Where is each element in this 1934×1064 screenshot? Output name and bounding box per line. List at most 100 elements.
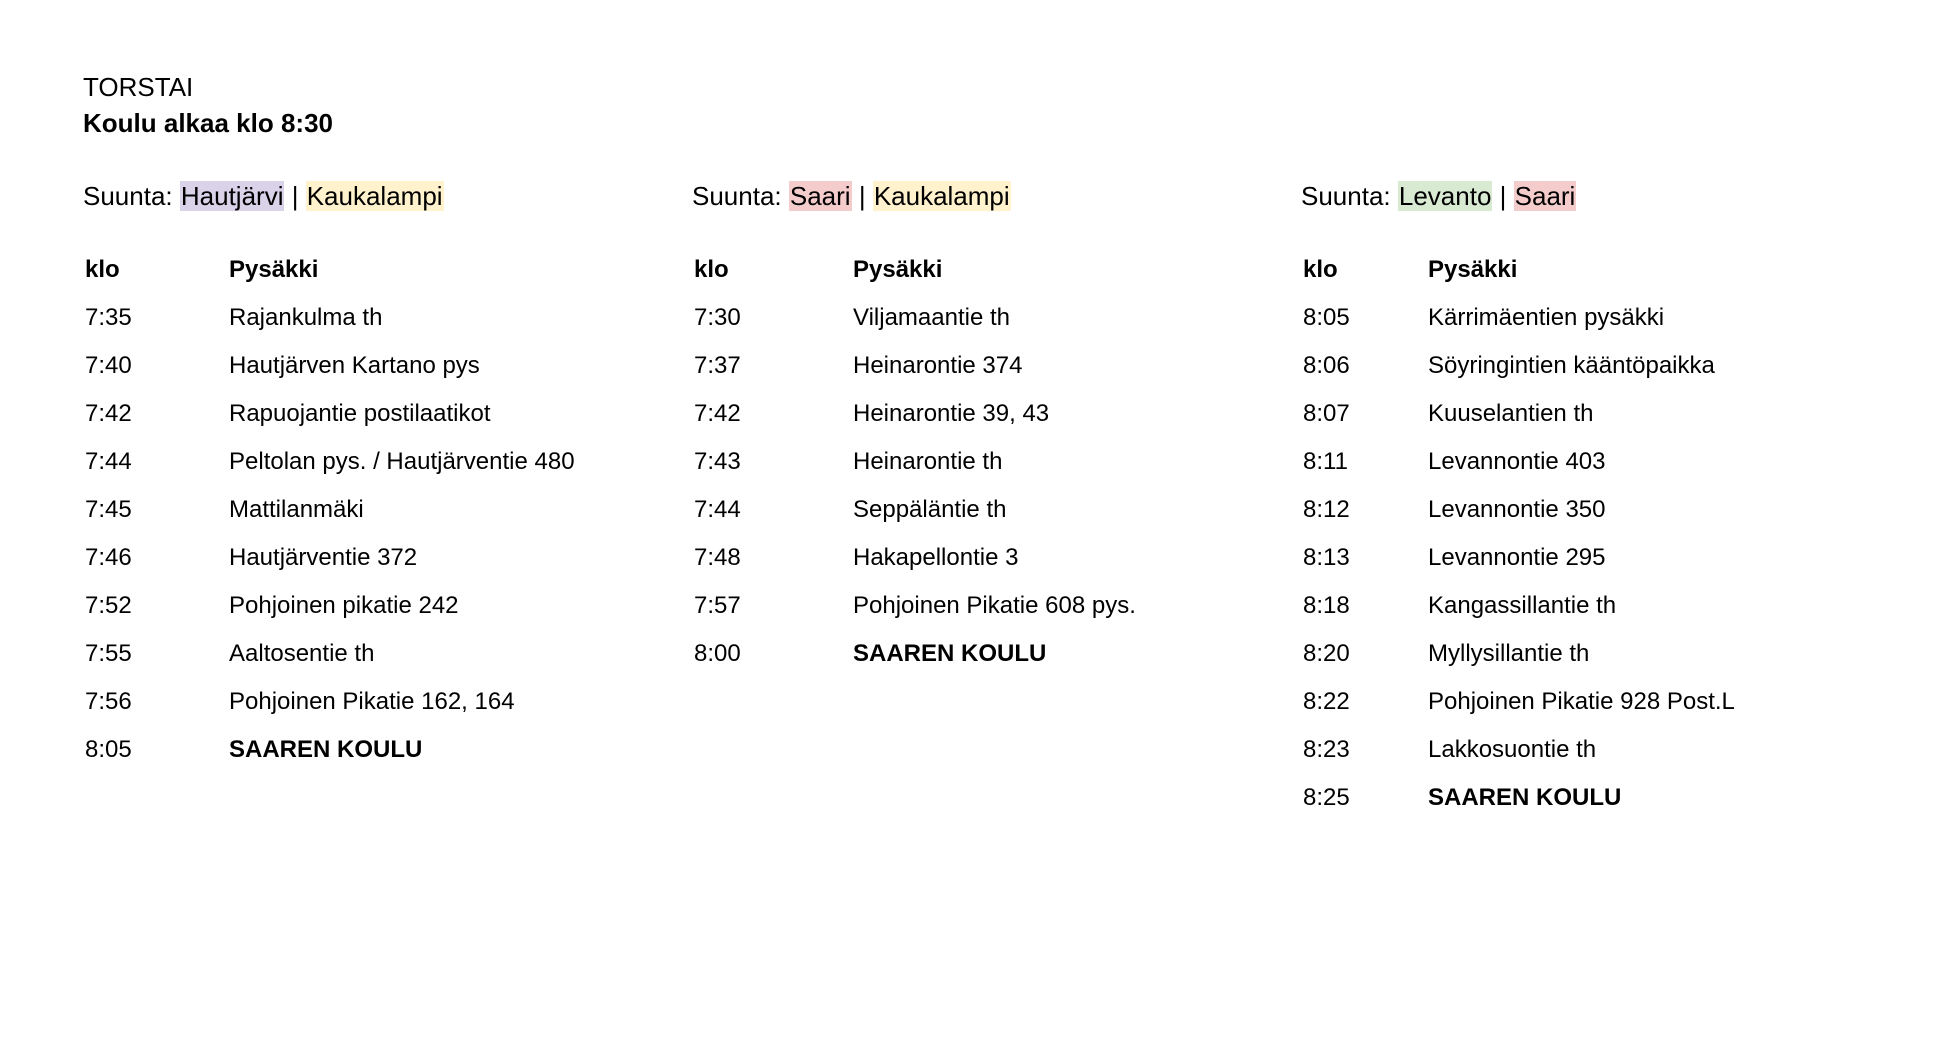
- direction-prefix: Suunta:: [1301, 181, 1391, 211]
- timetable-header-row: klo Pysäkki: [1301, 246, 1735, 294]
- stop-name: Aaltosentie th: [229, 640, 375, 667]
- direction-separator: |: [291, 181, 299, 211]
- stop-name: SAAREN KOULU: [229, 736, 423, 763]
- stop-row: 7:44 Peltolan pys. / Hautjärventie 480: [83, 438, 575, 486]
- stop-name: SAAREN KOULU: [1428, 784, 1622, 811]
- departure-time: 7:43: [694, 448, 741, 475]
- stop-name: Söyringintien kääntöpaikka: [1428, 352, 1715, 379]
- direction-highlight: Saari: [1513, 181, 1577, 211]
- stop-name: Peltolan pys. / Hautjärventie 480: [229, 448, 575, 475]
- stop-name: Mattilanmäki: [229, 496, 364, 523]
- departure-time: 7:57: [694, 592, 741, 619]
- destination-row: 8:25 SAAREN KOULU: [1301, 774, 1735, 822]
- destination-row: 8:05 SAAREN KOULU: [83, 726, 575, 774]
- stop-name: Heinarontie 374: [853, 352, 1023, 379]
- stop-column-header: Pysäkki: [229, 256, 319, 283]
- departure-time: 8:00: [694, 640, 741, 667]
- route-column-levanto: Suunta: Levanto | Saari klo Pysäkki 8:05…: [1301, 178, 1735, 822]
- stop-row: 7:57 Pohjoinen Pikatie 608 pys.: [692, 582, 1136, 630]
- stop-name: Rajankulma th: [229, 304, 383, 331]
- stop-row: 7:46 Hautjärventie 372: [83, 534, 575, 582]
- stop-name: Seppäläntie th: [853, 496, 1007, 523]
- stop-row: 7:52 Pohjoinen pikatie 242: [83, 582, 575, 630]
- departure-time: 8:11: [1303, 448, 1348, 475]
- departure-time: 7:35: [85, 304, 132, 331]
- time-column-header: klo: [1303, 256, 1338, 283]
- stop-name: Kärrimäentien pysäkki: [1428, 304, 1665, 331]
- departure-time: 7:48: [694, 544, 741, 571]
- departure-time: 7:42: [694, 400, 741, 427]
- stop-row: 7:55 Aaltosentie th: [83, 630, 575, 678]
- direction-line: Suunta: Hautjärvi | Kaukalampi: [83, 178, 575, 214]
- stop-name: Hautjärventie 372: [229, 544, 418, 571]
- departure-time: 7:37: [694, 352, 741, 379]
- departure-time: 7:42: [85, 400, 132, 427]
- departure-time: 8:20: [1303, 640, 1350, 667]
- stop-row: 7:42 Heinarontie 39, 43: [692, 390, 1136, 438]
- stop-name: Kuuselantien th: [1428, 400, 1594, 427]
- stop-name: Hautjärven Kartano pys: [229, 352, 480, 379]
- stop-row: 8:18 Kangassillantie th: [1301, 582, 1735, 630]
- stop-column-header: Pysäkki: [853, 256, 943, 283]
- departure-time: 7:52: [85, 592, 132, 619]
- direction-prefix: Suunta:: [692, 181, 782, 211]
- stop-row: 7:40 Hautjärven Kartano pys: [83, 342, 575, 390]
- stop-row: 7:56 Pohjoinen Pikatie 162, 164: [83, 678, 575, 726]
- direction-line: Suunta: Saari | Kaukalampi: [692, 178, 1136, 214]
- stop-name: Kangassillantie th: [1428, 592, 1617, 619]
- stop-name: Viljamaantie th: [853, 304, 1010, 331]
- time-column-header: klo: [694, 256, 729, 283]
- departure-time: 8:05: [1303, 304, 1350, 331]
- departure-time: 7:55: [85, 640, 132, 667]
- direction-separator: |: [858, 181, 866, 211]
- departure-time: 8:06: [1303, 352, 1350, 379]
- stop-name: Pohjoinen pikatie 242: [229, 592, 459, 619]
- stop-name: Myllysillantie th: [1428, 640, 1590, 667]
- stop-row: 7:44 Seppäläntie th: [692, 486, 1136, 534]
- departure-time: 8:05: [85, 736, 132, 763]
- stop-name: Pohjoinen Pikatie 608 pys.: [853, 592, 1136, 619]
- destination-row: 8:00 SAAREN KOULU: [692, 630, 1136, 678]
- stop-name: Levannontie 295: [1428, 544, 1606, 571]
- stop-row: 7:43 Heinarontie th: [692, 438, 1136, 486]
- timetable: klo Pysäkki 8:05 Kärrimäentien pysäkki 8:0…: [1301, 246, 1735, 822]
- direction-highlight: Kaukalampi: [305, 181, 444, 211]
- direction-highlight: Saari: [788, 181, 852, 211]
- school-start-heading: Koulu alkaa klo 8:30: [83, 108, 333, 138]
- timetable-header-row: klo Pysäkki: [692, 246, 1136, 294]
- timetable: klo Pysäkki 7:30 Viljamaantie th 7:37 Heina…: [692, 246, 1136, 678]
- stop-row: 7:45 Mattilanmäki: [83, 486, 575, 534]
- stop-row: 8:20 Myllysillantie th: [1301, 630, 1735, 678]
- stop-row: 8:07 Kuuselantien th: [1301, 390, 1735, 438]
- stop-row: 8:12 Levannontie 350: [1301, 486, 1735, 534]
- stop-row: 8:11 Levannontie 403: [1301, 438, 1735, 486]
- stop-name: Heinarontie 39, 43: [853, 400, 1050, 427]
- departure-time: 7:56: [85, 688, 132, 715]
- stop-name: Pohjoinen Pikatie 162, 164: [229, 688, 515, 715]
- stop-row: 8:22 Pohjoinen Pikatie 928 Post.L: [1301, 678, 1735, 726]
- departure-time: 8:18: [1303, 592, 1350, 619]
- timetable-header-row: klo Pysäkki: [83, 246, 575, 294]
- departure-time: 8:12: [1303, 496, 1350, 523]
- stop-name: Pohjoinen Pikatie 928 Post.L: [1428, 688, 1735, 715]
- departure-time: 7:45: [85, 496, 132, 523]
- direction-prefix: Suunta:: [83, 181, 173, 211]
- stop-row: 8:13 Levannontie 295: [1301, 534, 1735, 582]
- time-column-header: klo: [85, 256, 120, 283]
- departure-time: 8:22: [1303, 688, 1350, 715]
- departure-time: 7:30: [694, 304, 741, 331]
- stop-column-header: Pysäkki: [1428, 256, 1518, 283]
- direction-highlight: Hautjärvi: [179, 181, 285, 211]
- stop-row: 8:06 Söyringintien kääntöpaikka: [1301, 342, 1735, 390]
- stop-row: 7:35 Rajankulma th: [83, 294, 575, 342]
- route-column-saari: Suunta: Saari | Kaukalampi klo Pysäkki 7…: [692, 178, 1136, 678]
- direction-highlight: Levanto: [1397, 181, 1493, 211]
- departure-time: 7:46: [85, 544, 132, 571]
- stop-name: Levannontie 350: [1428, 496, 1606, 523]
- stop-name: SAAREN KOULU: [853, 640, 1047, 667]
- stop-name: Levannontie 403: [1428, 448, 1606, 475]
- direction-highlight: Kaukalampi: [872, 181, 1011, 211]
- stop-name: Rapuojantie postilaatikot: [229, 400, 491, 427]
- stop-row: 7:37 Heinarontie 374: [692, 342, 1136, 390]
- direction-separator: |: [1499, 181, 1507, 211]
